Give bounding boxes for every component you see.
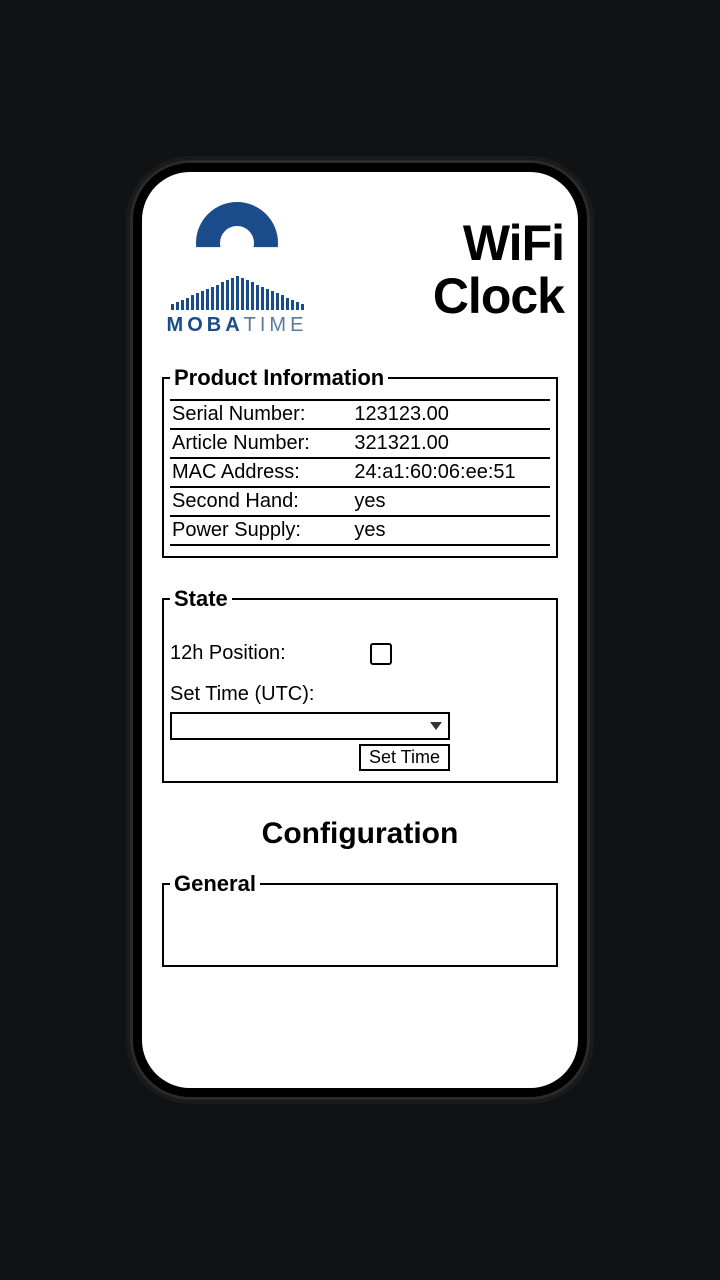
info-label: Second Hand: (170, 487, 352, 516)
header: MOBATIME WiFi Clock (162, 202, 558, 337)
table-row: Power Supply:yes (170, 516, 550, 545)
title-line2: Clock (433, 270, 564, 323)
chevron-down-icon (430, 722, 442, 730)
title-line1: WiFi (433, 217, 564, 270)
table-row: Serial Number:123123.00 (170, 400, 550, 429)
info-value: 24:a1:60:06:ee:51 (352, 458, 550, 487)
brand-part1: MOBA (167, 314, 244, 336)
set-time-button-row: Set Time (170, 744, 450, 771)
twelve-h-checkbox[interactable] (370, 643, 392, 665)
table-row: Second Hand:yes (170, 487, 550, 516)
brand-part2: TIME (244, 314, 308, 336)
set-time-button[interactable]: Set Time (359, 744, 450, 771)
info-label: Article Number: (170, 429, 352, 458)
info-value: 123123.00 (352, 400, 550, 429)
twelve-h-label: 12h Position: (170, 642, 340, 665)
logo-bars-icon (162, 274, 312, 310)
page-content: MOBATIME WiFi Clock Product Information … (142, 172, 578, 967)
info-label: Serial Number: (170, 400, 352, 429)
info-label: Power Supply: (170, 516, 352, 545)
product-info-fieldset: Product Information Serial Number:123123… (162, 365, 558, 558)
state-fieldset: State 12h Position: Set Time (UTC): Set … (162, 586, 558, 783)
info-value: yes (352, 516, 550, 545)
product-info-table: Serial Number:123123.00Article Number:32… (170, 399, 550, 546)
set-time-dropdown[interactable] (170, 712, 450, 740)
phone-frame: MOBATIME WiFi Clock Product Information … (130, 160, 590, 1100)
logo-arch-icon (182, 202, 292, 282)
info-value: 321321.00 (352, 429, 550, 458)
info-value: yes (352, 487, 550, 516)
twelve-h-row: 12h Position: (170, 642, 550, 665)
product-info-legend: Product Information (170, 365, 388, 391)
set-time-label: Set Time (UTC): (170, 683, 550, 706)
brand-text: MOBATIME (167, 314, 308, 337)
screen: MOBATIME WiFi Clock Product Information … (142, 172, 578, 1088)
configuration-heading: Configuration (162, 817, 558, 851)
table-row: Article Number:321321.00 (170, 429, 550, 458)
general-legend: General (170, 871, 260, 897)
table-row: MAC Address:24:a1:60:06:ee:51 (170, 458, 550, 487)
general-fieldset: General (162, 871, 558, 967)
page-title: WiFi Clock (433, 217, 564, 322)
state-legend: State (170, 586, 232, 612)
logo: MOBATIME (162, 202, 312, 337)
info-label: MAC Address: (170, 458, 352, 487)
